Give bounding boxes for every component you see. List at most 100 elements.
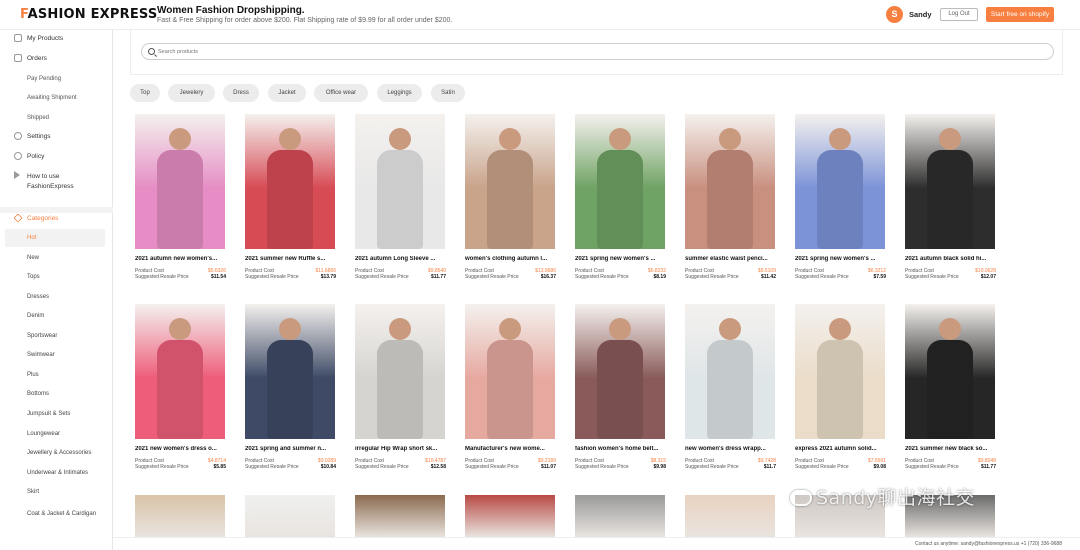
sidebar-item-how-to-use[interactable]: How to use FashionExpress xyxy=(14,171,74,192)
sidebar-item-orders[interactable]: Orders xyxy=(14,54,47,62)
product-name[interactable]: 2021 spring and summer n... xyxy=(245,446,337,452)
product-card[interactable]: women's clothing autumn l... Product Cost… xyxy=(465,114,557,280)
product-image[interactable] xyxy=(355,114,445,249)
product-image-partial[interactable] xyxy=(135,495,225,537)
model-figure xyxy=(389,318,411,340)
sidebar-sub-awaiting-shipment[interactable]: Awaiting Shipment xyxy=(27,95,77,101)
category-dresses[interactable]: Dresses xyxy=(27,294,49,300)
start-free-button[interactable]: Start free on shopify xyxy=(986,7,1054,22)
chip-dress[interactable]: Dress xyxy=(223,84,259,102)
category-sportswear[interactable]: Sportswear xyxy=(27,333,57,339)
chip-jewelery[interactable]: Jewelery xyxy=(168,84,215,102)
sidebar: My Products Orders Pay Pending Awaiting … xyxy=(0,30,113,550)
resale-price-value: $11.42 xyxy=(760,274,776,280)
product-image[interactable] xyxy=(355,304,445,439)
chip-office-wear[interactable]: Office wear xyxy=(314,84,368,102)
sidebar-item-settings[interactable]: Settings xyxy=(14,132,51,140)
product-image[interactable] xyxy=(465,304,555,439)
resale-price-value: $5.85 xyxy=(213,464,226,470)
resale-price-row: Suggested Resale Price $13.79 xyxy=(245,274,336,280)
product-image-partial[interactable] xyxy=(575,495,665,537)
product-name[interactable]: summer elastic waist penci... xyxy=(685,256,777,262)
product-card[interactable]: 2021 spring and summer n... Product Cost $… xyxy=(245,304,337,470)
category-skirt[interactable]: Skirt xyxy=(27,489,39,495)
category-coat-jacket[interactable]: Coat & Jacket & Cardigan xyxy=(27,509,107,519)
chip-leggings[interactable]: Leggings xyxy=(377,84,422,102)
product-image[interactable] xyxy=(905,114,995,249)
product-name[interactable]: 2021 spring new women's ... xyxy=(575,256,667,262)
product-image-partial[interactable] xyxy=(355,495,445,537)
product-card[interactable]: 2021 summer new Ruffle s... Product Cost $… xyxy=(245,114,337,280)
product-name[interactable]: 2021 spring new women's ... xyxy=(795,256,887,262)
product-card[interactable]: summer elastic waist penci... Product Cos… xyxy=(685,114,777,280)
chip-satin[interactable]: Satin xyxy=(431,84,465,102)
product-card[interactable]: 2021 new women's dress o... Product Cost $… xyxy=(135,304,227,470)
product-name[interactable]: 2021 autumn Long Sleeve ... xyxy=(355,256,447,262)
product-image-partial[interactable] xyxy=(685,495,775,537)
category-jumpsuit-sets[interactable]: Jumpsuit & Sets xyxy=(27,411,70,417)
product-name[interactable]: women's clothing autumn l... xyxy=(465,256,557,262)
search-bar[interactable] xyxy=(141,43,1054,60)
product-image[interactable] xyxy=(685,114,775,249)
category-underwear[interactable]: Underwear & Intimates xyxy=(27,470,88,476)
category-swimwear[interactable]: Swimwear xyxy=(27,352,55,358)
product-card[interactable]: 2021 spring new women's ... Product Cost $… xyxy=(795,114,887,280)
category-loungewear[interactable]: Loungewear xyxy=(27,431,60,437)
product-card[interactable]: 2021 autumn new women's... Product Cost $5… xyxy=(135,114,227,280)
sidebar-item-my-products[interactable]: My Products xyxy=(14,34,63,42)
model-figure xyxy=(279,128,301,150)
product-image[interactable] xyxy=(685,304,775,439)
logout-button[interactable]: Log Out xyxy=(940,8,978,21)
product-image-partial[interactable] xyxy=(245,495,335,537)
product-image[interactable] xyxy=(795,304,885,439)
product-card[interactable]: fashion women's home belt... Product Cost… xyxy=(575,304,667,470)
sidebar-sub-shipped[interactable]: Shipped xyxy=(27,115,49,121)
product-name[interactable]: 2021 new women's dress o... xyxy=(135,446,227,452)
product-name[interactable]: new women's dress wrapp... xyxy=(685,446,777,452)
product-card[interactable]: 2021 summer new black so... Product Cost $… xyxy=(905,304,997,470)
product-image[interactable] xyxy=(575,304,665,439)
category-new[interactable]: New xyxy=(27,255,39,261)
product-image[interactable] xyxy=(795,114,885,249)
resale-price-value: $11.07 xyxy=(540,464,556,470)
product-name[interactable]: 2021 summer new Ruffle s... xyxy=(245,256,337,262)
sidebar-item-policy[interactable]: Policy xyxy=(14,152,44,160)
sidebar-sub-pay-pending[interactable]: Pay Pending xyxy=(27,76,61,82)
product-image[interactable] xyxy=(245,304,335,439)
product-card[interactable]: Manufacturer's new wome... Product Cost $9… xyxy=(465,304,557,470)
avatar[interactable]: S xyxy=(886,6,903,23)
product-image-partial[interactable] xyxy=(465,495,555,537)
product-card[interactable]: 2021 spring new women's ... Product Cost $… xyxy=(575,114,667,280)
product-image[interactable] xyxy=(465,114,555,249)
category-plus[interactable]: Plus xyxy=(27,372,39,378)
category-tops[interactable]: Tops xyxy=(27,274,40,280)
product-name[interactable]: express 2021 autumn solid... xyxy=(795,446,887,452)
product-card[interactable]: express 2021 autumn solid... Product Cost… xyxy=(795,304,887,470)
product-name[interactable]: 2021 autumn new women's... xyxy=(135,256,227,262)
category-hot[interactable]: Hot xyxy=(5,229,105,247)
product-card[interactable]: new women's dress wrapp... Product Cost $9… xyxy=(685,304,777,470)
model-figure xyxy=(499,318,521,340)
product-image[interactable] xyxy=(245,114,335,249)
top-bar: FASHION EXPRESS Women Fashion Dropshippi… xyxy=(0,0,1080,30)
category-jewellery[interactable]: Jewellery & Accessories xyxy=(27,450,91,456)
product-name[interactable]: 2021 summer new black so... xyxy=(905,446,997,452)
product-name[interactable]: Manufacturer's new wome... xyxy=(465,446,557,452)
search-input[interactable] xyxy=(158,47,1038,57)
product-card[interactable]: irregular Hip Wrap short sk... Product Co… xyxy=(355,304,447,470)
category-bottoms[interactable]: Bottoms xyxy=(27,391,49,397)
model-figure xyxy=(939,318,961,340)
product-name[interactable]: irregular Hip Wrap short sk... xyxy=(355,446,447,452)
product-card[interactable]: 2021 autumn Long Sleeve ... Product Cost $… xyxy=(355,114,447,280)
category-denim[interactable]: Denim xyxy=(27,313,44,319)
product-name[interactable]: fashion women's home belt... xyxy=(575,446,667,452)
product-image[interactable] xyxy=(135,304,225,439)
product-image[interactable] xyxy=(575,114,665,249)
logo[interactable]: FASHION EXPRESS xyxy=(20,7,157,22)
chip-top[interactable]: Top xyxy=(130,84,160,102)
product-image[interactable] xyxy=(905,304,995,439)
product-name[interactable]: 2021 autumn black solid hi... xyxy=(905,256,997,262)
product-image[interactable] xyxy=(135,114,225,249)
chip-jacket[interactable]: Jacket xyxy=(268,84,306,102)
product-card[interactable]: 2021 autumn black solid hi... Product Cos… xyxy=(905,114,997,280)
